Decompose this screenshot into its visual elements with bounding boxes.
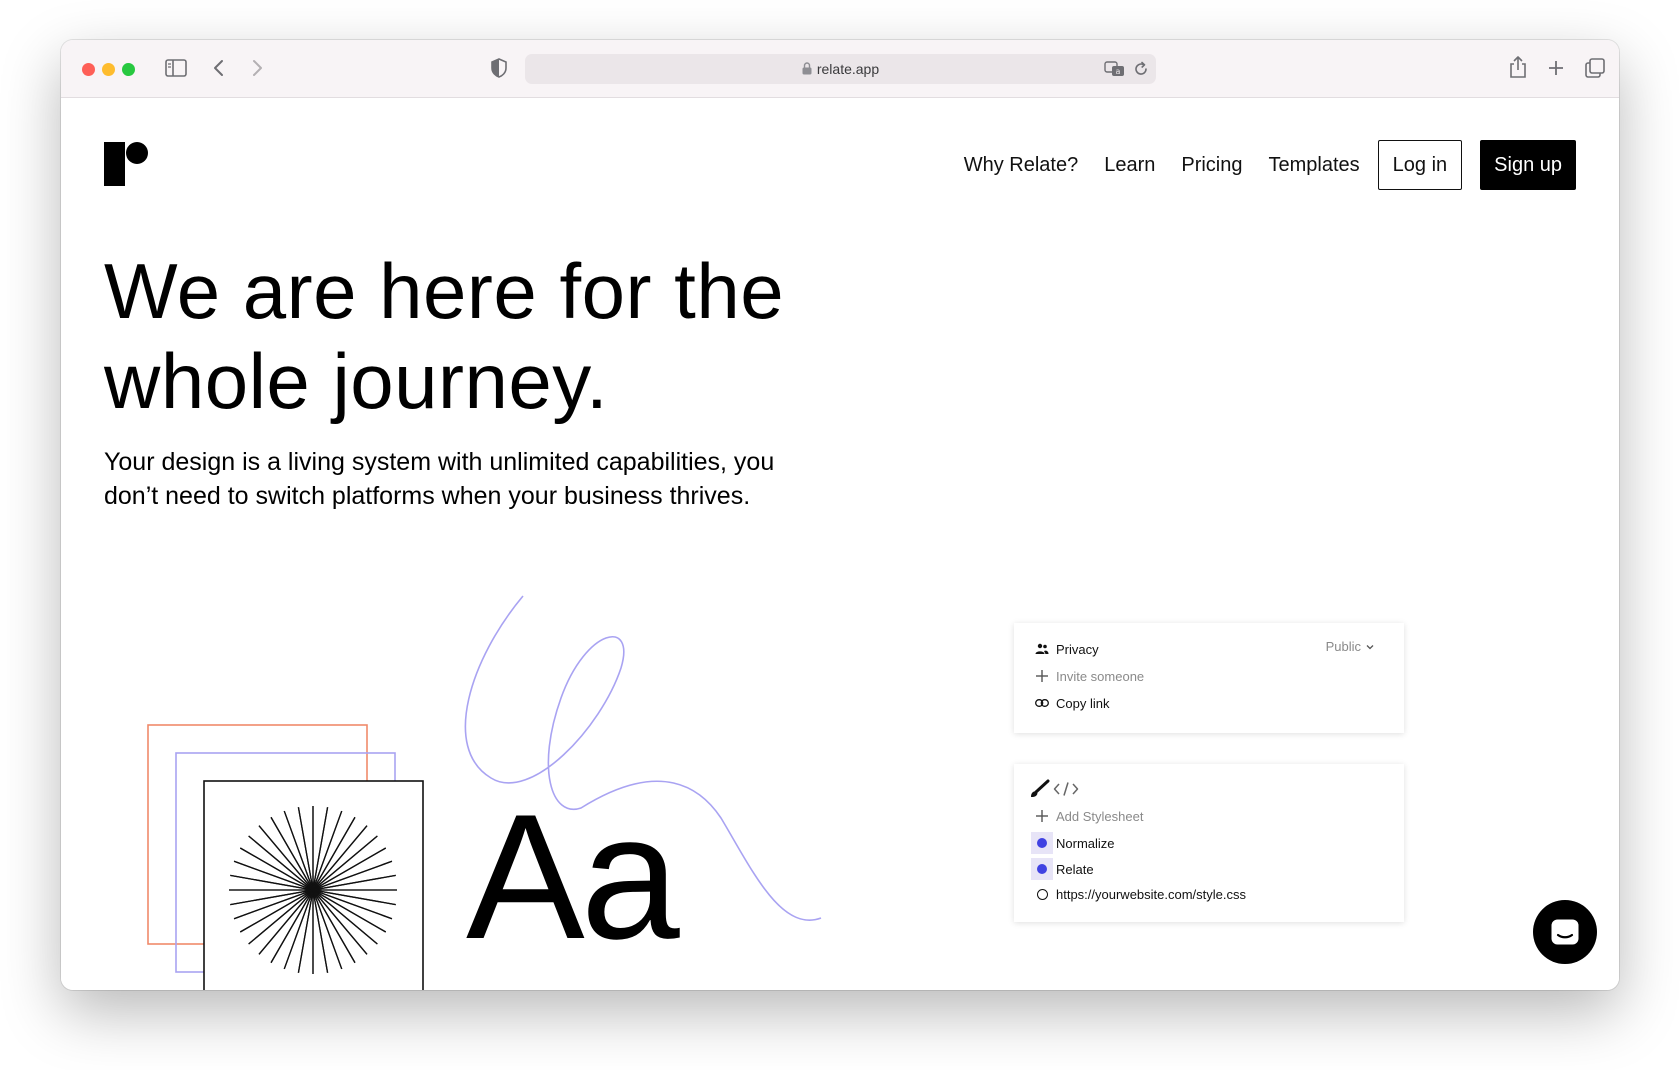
visibility-value: Public: [1325, 639, 1361, 654]
browser-toolbar: relate.app a: [61, 40, 1619, 98]
invite-row[interactable]: Invite someone: [1034, 666, 1389, 686]
code-icon: [1053, 780, 1079, 798]
add-stylesheet-label: Add Stylesheet: [1056, 808, 1144, 824]
minimize-window-button[interactable]: [102, 63, 115, 76]
copy-link-label: Copy link: [1056, 695, 1110, 711]
zoom-window-button[interactable]: [122, 63, 135, 76]
stylesheet-card-header: [1029, 779, 1079, 799]
nav-link-templates[interactable]: Templates: [1269, 154, 1360, 177]
translate-icon[interactable]: a: [1104, 60, 1126, 83]
invite-label: Invite someone: [1056, 668, 1145, 684]
typography-sample: Aa: [466, 777, 680, 976]
stylesheet-name: Relate: [1056, 861, 1094, 877]
share-icon[interactable]: [1509, 55, 1527, 84]
stylesheet-card: Add Stylesheet Normalize Relate https://…: [1014, 764, 1404, 922]
address-bar[interactable]: relate.app a: [525, 54, 1156, 84]
add-stylesheet-row[interactable]: Add Stylesheet: [1034, 806, 1389, 826]
chat-icon: [1550, 918, 1580, 946]
lock-icon: [802, 62, 812, 78]
nav-link-pricing[interactable]: Pricing: [1181, 154, 1242, 177]
copy-link-row[interactable]: Copy link: [1034, 693, 1389, 713]
nav-link-learn[interactable]: Learn: [1104, 154, 1155, 177]
nav-link-why-relate[interactable]: Why Relate?: [964, 154, 1079, 177]
web-page: Why Relate? Learn Pricing Templates Log …: [61, 98, 1619, 990]
active-dot-icon: [1031, 858, 1053, 880]
link-icon: [1034, 699, 1050, 707]
new-tab-icon[interactable]: [1547, 59, 1565, 82]
stylesheet-name: https://yourwebsite.com/style.css: [1056, 886, 1247, 902]
shield-icon[interactable]: [491, 58, 507, 83]
plus-icon: [1034, 670, 1050, 682]
stylesheet-item[interactable]: Relate: [1031, 858, 1389, 880]
svg-text:a: a: [1116, 67, 1121, 76]
people-icon: [1034, 643, 1050, 655]
privacy-row: Privacy Public: [1034, 639, 1389, 659]
sidebar-icon[interactable]: [165, 59, 187, 82]
login-button[interactable]: Log in: [1377, 140, 1463, 190]
active-dot-icon: [1031, 832, 1053, 854]
chevron-down-icon: [1366, 644, 1374, 650]
privacy-card: Privacy Public Invite someone Copy link: [1014, 623, 1404, 733]
inactive-ring-icon: [1034, 888, 1050, 900]
tabs-overview-icon[interactable]: [1585, 58, 1605, 83]
chat-launcher-button[interactable]: [1533, 900, 1597, 964]
signup-button[interactable]: Sign up: [1480, 140, 1576, 190]
forward-icon[interactable]: [251, 59, 263, 82]
browser-window: relate.app a Why Relate? Learn Pricing T…: [61, 40, 1619, 990]
close-window-button[interactable]: [82, 63, 95, 76]
url-text: relate.app: [816, 61, 880, 77]
stylesheet-name: Normalize: [1056, 835, 1115, 851]
privacy-label: Privacy: [1056, 641, 1099, 657]
back-icon[interactable]: [213, 59, 225, 82]
main-nav: Why Relate? Learn Pricing Templates Log …: [964, 140, 1576, 190]
stylesheet-item[interactable]: Normalize: [1031, 832, 1389, 854]
reload-icon[interactable]: [1133, 61, 1149, 82]
stylesheet-item[interactable]: https://yourwebsite.com/style.css: [1034, 884, 1389, 904]
brush-icon: [1029, 779, 1051, 799]
plus-icon: [1034, 810, 1050, 822]
visibility-dropdown[interactable]: Public: [1326, 639, 1374, 654]
